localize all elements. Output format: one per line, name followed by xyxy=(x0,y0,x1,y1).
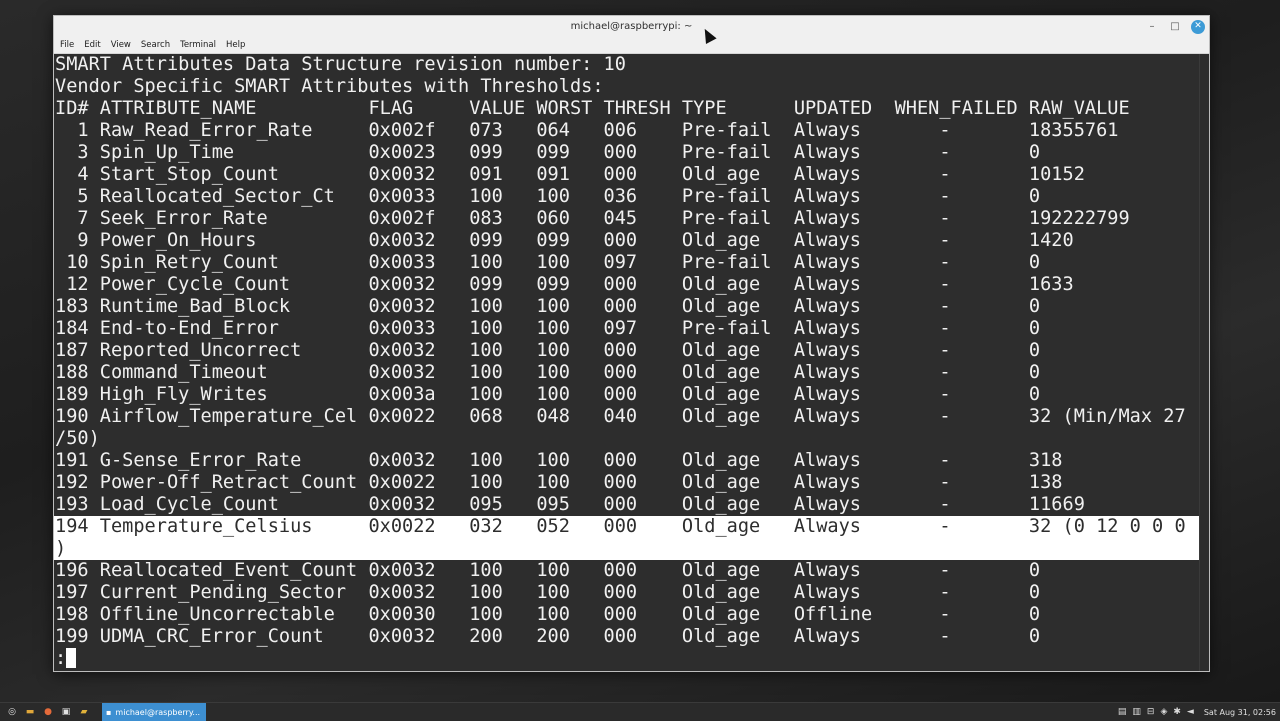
system-tray: ▤ ▥ ⊟ ◈ ✱ ◄ Sat Aug 31, 02:56 xyxy=(1118,707,1280,717)
terminal-line: 189 High_Fly_Writes 0x003a 100 100 000 O… xyxy=(55,384,1041,405)
menu-search[interactable]: Search xyxy=(141,40,170,50)
terminal-line: SMART Attributes Data Structure revision… xyxy=(55,54,626,75)
bluetooth-icon[interactable]: ✱ xyxy=(1173,707,1181,717)
terminal-line: 196 Reallocated_Event_Count 0x0032 100 1… xyxy=(55,560,1041,581)
taskbar-item-terminal[interactable]: ▪ michael@raspberry... xyxy=(102,703,206,721)
terminal-prompt-line[interactable]: : xyxy=(54,648,1200,670)
files-icon[interactable]: ▬ xyxy=(24,706,36,718)
window-controls: – □ ✕ xyxy=(1145,18,1205,35)
terminal-line: 191 G-Sense_Error_Rate 0x0032 100 100 00… xyxy=(55,450,1063,471)
terminal-line: 184 End-to-End_Error 0x0033 100 100 097 … xyxy=(55,318,1041,339)
window-title: michael@raspberrypi: ~ xyxy=(570,21,693,32)
menu-view[interactable]: View xyxy=(111,40,131,50)
terminal-line: Vendor Specific SMART Attributes with Th… xyxy=(55,76,604,97)
folder-icon[interactable]: ▰ xyxy=(78,706,90,718)
menu-edit[interactable]: Edit xyxy=(84,40,100,50)
taskbar: ◎ ▬ ● ▣ ▰ ▪ michael@raspberry... ▤ ▥ ⊟ ◈… xyxy=(0,702,1280,721)
terminal-output[interactable]: SMART Attributes Data Structure revision… xyxy=(54,54,1200,671)
terminal-line: 190 Airflow_Temperature_Cel 0x0022 068 0… xyxy=(55,406,1186,427)
clock[interactable]: Sat Aug 31, 02:56 xyxy=(1204,708,1276,717)
terminal-line: 7 Seek_Error_Rate 0x002f 083 060 045 Pre… xyxy=(55,208,1130,229)
close-button[interactable]: ✕ xyxy=(1191,19,1205,34)
volume-icon[interactable]: ◄ xyxy=(1187,707,1194,717)
terminal-line: ID# ATTRIBUTE_NAME FLAG VALUE WORST THRE… xyxy=(55,98,1130,119)
terminal-line: 3 Spin_Up_Time 0x0023 099 099 000 Pre-fa… xyxy=(55,142,1041,163)
terminal-line: 199 UDMA_CRC_Error_Count 0x0032 200 200 … xyxy=(55,626,1041,647)
terminal-icon[interactable]: ▣ xyxy=(60,706,72,718)
terminal-line: 194 Temperature_Celsius 0x0022 032 052 0… xyxy=(54,516,1200,538)
terminal-line: 188 Command_Timeout 0x0032 100 100 000 O… xyxy=(55,362,1041,383)
terminal-line: 12 Power_Cycle_Count 0x0032 099 099 000 … xyxy=(55,274,1074,295)
terminal-icon: ▪ xyxy=(106,707,112,717)
terminal-scrollbar[interactable] xyxy=(1199,54,1209,671)
minimize-button[interactable]: – xyxy=(1145,20,1159,34)
network-icon[interactable]: ⊟ xyxy=(1147,707,1155,717)
terminal-line: 198 Offline_Uncorrectable 0x0030 100 100… xyxy=(55,604,1041,625)
shield-icon[interactable]: ◈ xyxy=(1160,707,1167,717)
terminal-window[interactable]: michael@raspberrypi: ~ – □ ✕ File Edit V… xyxy=(53,15,1210,672)
menu-file[interactable]: File xyxy=(60,40,74,50)
taskbar-item-label: michael@raspberry... xyxy=(115,707,201,717)
terminal-line: 9 Power_On_Hours 0x0032 099 099 000 Old_… xyxy=(55,230,1074,251)
pager-prompt: : xyxy=(55,648,67,669)
terminal-line: /50) xyxy=(55,428,100,449)
terminal-line: 193 Load_Cycle_Count 0x0032 095 095 000 … xyxy=(55,494,1085,515)
terminal-line: 5 Reallocated_Sector_Ct 0x0033 100 100 0… xyxy=(55,186,1041,207)
terminal-line: ) xyxy=(54,538,1200,560)
menu-icon[interactable]: ◎ xyxy=(6,706,18,718)
terminal-line: 187 Reported_Uncorrect 0x0032 100 100 00… xyxy=(55,340,1041,361)
terminal-line: 1 Raw_Read_Error_Rate 0x002f 073 064 006… xyxy=(55,120,1119,141)
terminal-line: 192 Power-Off_Retract_Count 0x0022 100 1… xyxy=(55,472,1063,493)
terminal-line: 197 Current_Pending_Sector 0x0032 100 10… xyxy=(55,582,1041,603)
menu-help[interactable]: Help xyxy=(226,40,245,50)
menu-terminal[interactable]: Terminal xyxy=(180,40,216,50)
text-cursor xyxy=(66,648,77,668)
terminal-line: 183 Runtime_Bad_Block 0x0032 100 100 000… xyxy=(55,296,1041,317)
maximize-button[interactable]: □ xyxy=(1168,20,1182,34)
terminal-line: 10 Spin_Retry_Count 0x0033 100 100 097 P… xyxy=(55,252,1041,273)
browser-icon[interactable]: ● xyxy=(42,706,54,718)
notes-icon[interactable]: ▥ xyxy=(1132,707,1141,717)
clipboard-icon[interactable]: ▤ xyxy=(1118,707,1127,717)
window-titlebar[interactable]: michael@raspberrypi: ~ – □ ✕ xyxy=(54,16,1209,37)
menu-bar: File Edit View Search Terminal Help xyxy=(54,37,1209,54)
terminal-line: 4 Start_Stop_Count 0x0032 091 091 000 Ol… xyxy=(55,164,1085,185)
